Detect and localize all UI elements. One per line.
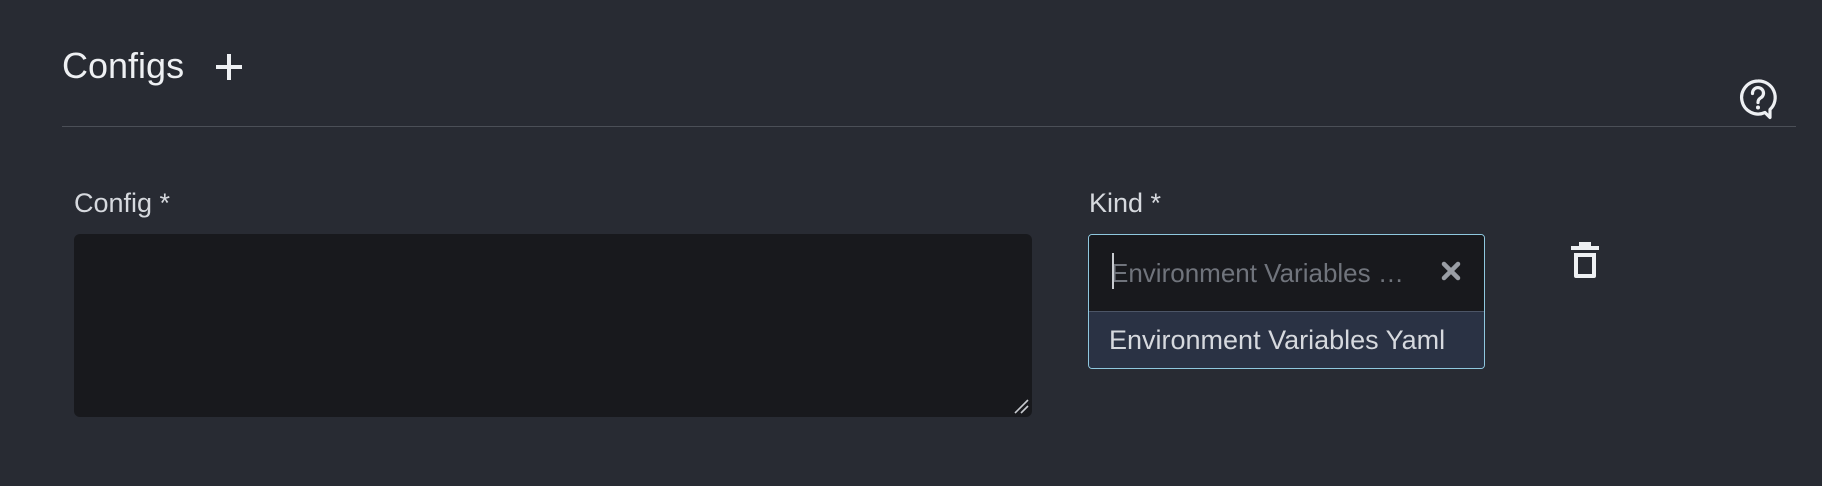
section-divider: [62, 126, 1796, 127]
add-config-button[interactable]: [210, 48, 248, 86]
kind-select[interactable]: Environment Variables Yaml: [1088, 234, 1485, 369]
config-textarea[interactable]: [74, 234, 1032, 417]
help-button[interactable]: [1738, 78, 1778, 120]
trash-icon: [1571, 242, 1599, 278]
resize-grip-icon[interactable]: [1013, 398, 1029, 414]
clear-selection-button[interactable]: [1435, 255, 1467, 287]
kind-label: Kind *: [1089, 188, 1162, 218]
kind-option-environment-variables-yaml[interactable]: Environment Variables Yaml: [1089, 311, 1484, 368]
kind-input-row[interactable]: [1089, 235, 1484, 311]
delete-config-button[interactable]: [1568, 240, 1602, 280]
question-circle-icon: [1740, 79, 1777, 120]
config-label: Config *: [74, 188, 171, 218]
kind-search-input[interactable]: [1111, 253, 1411, 293]
close-icon: [1441, 261, 1461, 281]
section-title: Configs: [62, 45, 185, 86]
text-caret: [1112, 253, 1114, 289]
plus-icon: [216, 54, 242, 80]
